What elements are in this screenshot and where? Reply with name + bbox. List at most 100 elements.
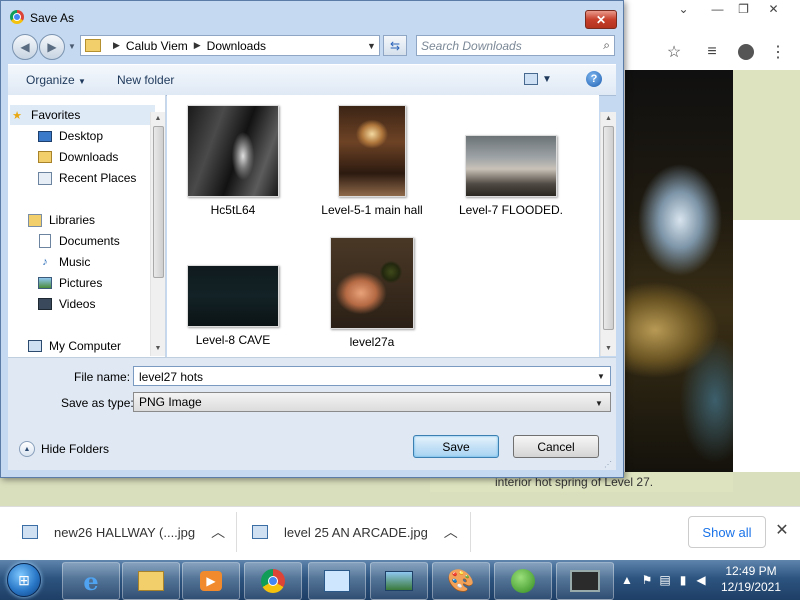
scroll-down-icon[interactable]: ▼ [601, 342, 616, 354]
scroll-thumb[interactable] [603, 126, 614, 330]
file-name-input[interactable] [139, 369, 579, 384]
folder-icon [85, 39, 101, 52]
sidebar-item-favorites[interactable]: ★ Favorites [10, 105, 155, 125]
file-item[interactable]: Level-7 FLOODED. [451, 135, 571, 217]
file-name-field[interactable]: ▼ [133, 366, 611, 386]
videos-icon [38, 298, 52, 310]
volume-icon[interactable]: ◀ [694, 572, 708, 588]
recent-locations-dropdown[interactable]: ▼ [66, 40, 78, 52]
start-button[interactable]: ⊞ [2, 562, 46, 598]
back-arrow-icon[interactable]: ◀ [12, 34, 38, 60]
battery-icon[interactable]: ▮ [676, 572, 690, 588]
download-item-name: new26 HALLWAY (....jpg [54, 524, 196, 540]
music-icon: ♪ [42, 256, 48, 268]
downloads-folder-icon [38, 151, 52, 163]
profile-dropdown-icon[interactable]: ⌄ [670, 0, 697, 18]
documents-icon [38, 234, 52, 248]
sidebar-item-recent-places[interactable]: Recent Places [38, 168, 136, 188]
file-name: level27a [349, 335, 395, 349]
sidebar-item-documents[interactable]: Documents [38, 231, 120, 251]
resize-grip-icon[interactable]: ⋰ [604, 460, 614, 470]
sidebar-item-libraries[interactable]: Libraries [28, 210, 95, 230]
network-icon[interactable]: ▤ [658, 572, 672, 588]
search-box[interactable]: ⌕ [416, 35, 615, 56]
photo-viewer-icon[interactable] [370, 562, 428, 600]
control-panel-icon[interactable] [308, 562, 366, 600]
search-icon[interactable]: ⌕ [603, 38, 610, 53]
media-player-icon[interactable]: ▶ [182, 562, 240, 600]
new-folder-button[interactable]: New folder [117, 73, 174, 87]
breadcrumb-item[interactable]: Calub Viem [126, 39, 188, 53]
breadcrumb-item[interactable]: Downloads [207, 39, 266, 53]
reading-list-icon[interactable]: ≡ [702, 42, 722, 62]
hide-folders-toggle[interactable]: ▲ Hide Folders [19, 441, 109, 457]
save-button[interactable]: Save [413, 435, 499, 458]
paint-icon[interactable]: 🎨 [432, 562, 490, 600]
file-name-label: File name: [74, 370, 131, 384]
tray-expand-icon[interactable]: ▲ [620, 572, 634, 588]
download-item[interactable]: level 25 AN ARCADE.jpg ︿ [252, 516, 458, 548]
cave-photo [625, 70, 733, 472]
menu-dots-icon[interactable]: ⋮ [770, 42, 786, 62]
organize-menu[interactable]: Organize ▼ [26, 73, 86, 87]
profile-avatar-icon[interactable] [736, 42, 756, 62]
address-bar[interactable]: ▶ Calub Viem ▶ Downloads [80, 35, 380, 56]
sidebar-item-label: Music [59, 255, 91, 269]
search-input[interactable] [421, 38, 591, 53]
file-thumbnail [338, 105, 406, 197]
chevron-up-icon[interactable]: ︿ [444, 522, 458, 542]
sidebar-item-downloads[interactable]: Downloads [38, 147, 118, 167]
internet-explorer-icon[interactable]: e [62, 562, 120, 600]
breadcrumb-separator-icon[interactable]: ▶ [113, 40, 120, 51]
libraries-icon [28, 213, 42, 227]
sidebar-item-videos[interactable]: Videos [38, 294, 95, 314]
system-clock[interactable]: 12:49 PM 12/19/2021 [712, 563, 790, 595]
windows-media-center-icon[interactable] [494, 562, 552, 600]
scroll-up-icon[interactable]: ▲ [151, 112, 165, 124]
navigation-pane: ★ Favorites Desktop Downloads Recent Pla… [8, 95, 166, 357]
forward-arrow-icon[interactable]: ▶ [39, 34, 65, 60]
bookmark-star-icon[interactable]: ☆ [664, 42, 684, 62]
chrome-taskbar-icon[interactable] [244, 562, 302, 600]
chevron-down-icon: ▼ [542, 73, 552, 85]
file-explorer-icon[interactable] [122, 562, 180, 600]
minimize-icon[interactable]: — [704, 0, 731, 18]
action-center-icon[interactable]: ⚑ [640, 572, 654, 588]
close-icon[interactable]: ✕ [770, 518, 794, 542]
file-name: Level-5-1 main hall [321, 203, 423, 217]
page-side-panel [733, 70, 800, 220]
image-file-icon [252, 525, 268, 539]
scroll-down-icon[interactable]: ▼ [151, 342, 165, 354]
organize-label: Organize [26, 73, 75, 87]
breadcrumb-separator-icon[interactable]: ▶ [194, 40, 201, 51]
cancel-button[interactable]: Cancel [513, 435, 599, 458]
scroll-up-icon[interactable]: ▲ [601, 112, 616, 124]
chevron-up-icon[interactable]: ︿ [211, 522, 225, 542]
help-icon[interactable]: ? [586, 71, 602, 87]
clock-time: 12:49 PM [725, 564, 777, 578]
close-icon[interactable]: ✕ [585, 10, 617, 29]
download-item[interactable]: new26 HALLWAY (....jpg ︿ [22, 516, 225, 548]
file-item[interactable]: Level-8 CAVE [173, 265, 293, 357]
restore-icon[interactable]: ❐ [730, 0, 757, 18]
sidebar-item-pictures[interactable]: Pictures [38, 273, 102, 293]
change-view-button[interactable]: ▼ [524, 71, 552, 87]
file-item[interactable]: level27a [312, 237, 432, 349]
file-item[interactable]: Level-5-1 main hall [312, 105, 432, 217]
sidebar-item-music[interactable]: ♪ Music [38, 252, 90, 272]
sidebar-item-label: Downloads [59, 150, 119, 164]
show-all-button[interactable]: Show all [688, 516, 766, 548]
scroll-thumb[interactable] [153, 126, 164, 278]
sidebar-item-desktop[interactable]: Desktop [38, 126, 103, 146]
save-type-select[interactable]: PNG Image ▼ [133, 392, 611, 412]
chevron-down-icon[interactable]: ▼ [594, 368, 608, 384]
sidebar-item-label: Desktop [59, 129, 104, 143]
navigation-scrollbar[interactable]: ▲ ▼ [150, 112, 165, 356]
address-dropdown-icon[interactable]: ▼ [364, 36, 379, 55]
window-close-icon[interactable]: ✕ [760, 0, 787, 18]
file-list-scrollbar[interactable]: ▲ ▼ [600, 112, 616, 356]
sidebar-item-my-computer[interactable]: My Computer [28, 336, 121, 356]
system-monitor-icon[interactable] [556, 562, 614, 600]
file-item[interactable]: Hc5tL64 [173, 105, 293, 217]
refresh-icon[interactable]: ⇆ [383, 35, 407, 56]
